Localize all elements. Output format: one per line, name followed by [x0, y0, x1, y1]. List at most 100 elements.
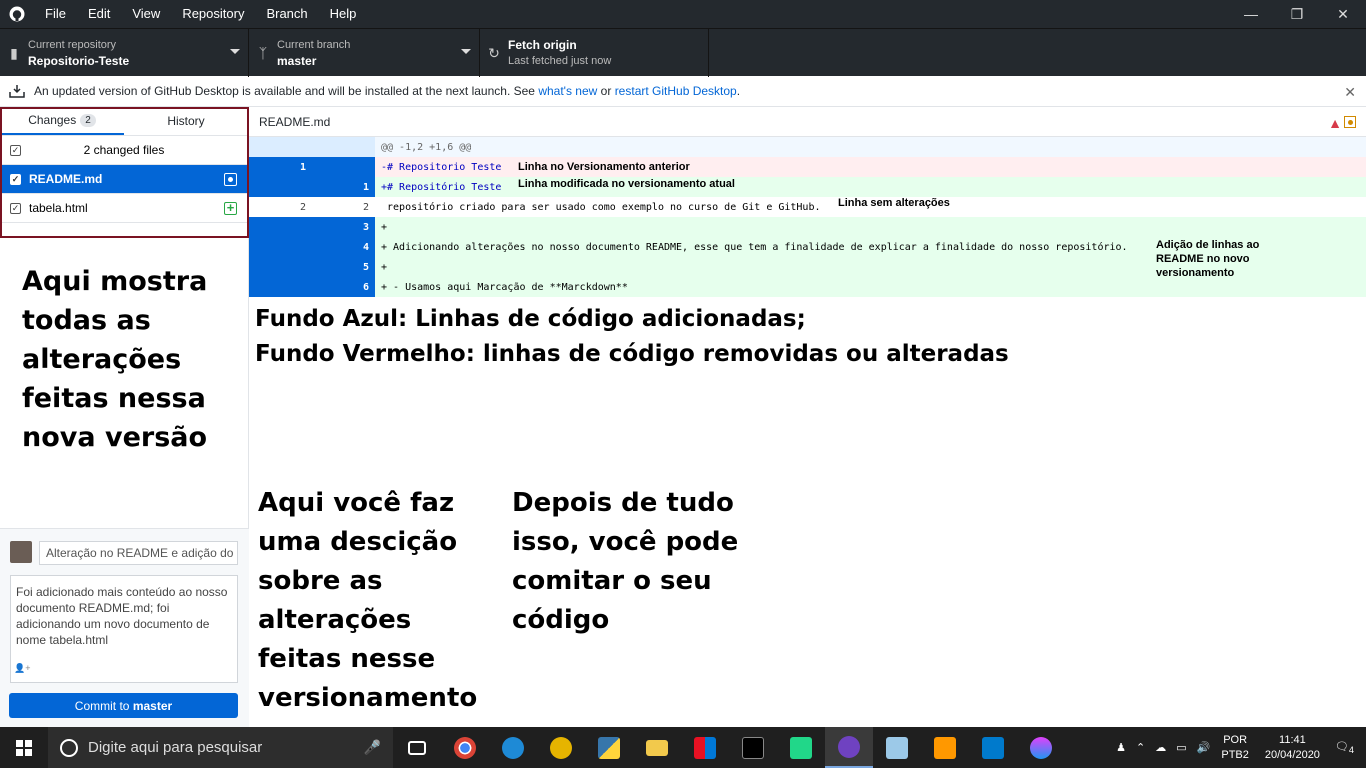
vscode-icon[interactable]	[969, 727, 1017, 768]
menu-view[interactable]: View	[121, 0, 171, 28]
menu-edit[interactable]: Edit	[77, 0, 121, 28]
diff-header: README.md ▲	[249, 107, 1366, 137]
menu-file[interactable]: File	[34, 0, 77, 28]
legend-blue: Fundo Azul: Linhas de código adicionadas…	[255, 306, 806, 332]
branch-label: Current branch	[277, 39, 351, 51]
old-line-number: 2	[249, 197, 312, 217]
pycharm-icon[interactable]	[777, 727, 825, 768]
store-icon[interactable]	[681, 727, 729, 768]
app-icon-glass[interactable]	[873, 727, 921, 768]
file-explorer-icon[interactable]	[633, 727, 681, 768]
diff-line-added[interactable]: 6 + - Usamos aqui Marcação de **Marckdow…	[249, 277, 1366, 297]
close-icon[interactable]: ✕	[1320, 0, 1366, 28]
legend-red: Fundo Vermelho: linhas de código removid…	[255, 341, 1009, 367]
update-banner: An updated version of GitHub Desktop is …	[0, 76, 1366, 107]
title-bar: File Edit View Repository Branch Help — …	[0, 0, 1366, 28]
new-line-number: 1	[312, 177, 375, 197]
new-line-number: 3	[312, 217, 375, 237]
notifications-icon[interactable]: 🗨4	[1330, 740, 1366, 755]
search-placeholder: Digite aqui para pesquisar	[88, 739, 263, 756]
search-icon	[60, 738, 78, 757]
python-icon[interactable]	[585, 727, 633, 768]
diff-hunk-header: @@ -1,2 +1,6 @@	[249, 137, 1366, 157]
line-code: +	[381, 221, 388, 233]
note-modified-line: Linha modificada no versionamento atual	[518, 178, 735, 190]
terminal-icon[interactable]	[729, 727, 777, 768]
sublime-text-icon[interactable]	[921, 727, 969, 768]
commit-description-field[interactable]: Foi adicionado mais conteúdo ao nosso do…	[10, 575, 238, 683]
current-branch-button[interactable]: ᛉ Current branch master	[249, 29, 480, 77]
fetch-status: Last fetched just now	[508, 55, 612, 67]
app-icon-yellow[interactable]	[537, 727, 585, 768]
avatar	[10, 541, 32, 563]
microphone-icon[interactable]: 🎤	[364, 739, 381, 756]
language-code: POR	[1223, 733, 1248, 746]
minimize-icon[interactable]: —	[1228, 0, 1274, 28]
diff-line-removed[interactable]: 1 -# Repositorio Teste Linha no Versiona…	[249, 157, 1366, 177]
old-line-number: 1	[249, 157, 312, 177]
commit-summary-input[interactable]: Alteração no README e adição do a	[39, 541, 238, 565]
banner-text: An updated version of GitHub Desktop is …	[34, 84, 535, 98]
current-repository-button[interactable]: ▮ Current repository Repositorio-Teste	[0, 29, 249, 77]
annotation-box-files	[0, 107, 249, 238]
window-controls: — ❐ ✕	[1228, 0, 1366, 28]
clock-time: 11:41	[1279, 733, 1306, 746]
app-icon-drop[interactable]	[1017, 727, 1065, 768]
restart-link[interactable]: restart GitHub Desktop	[615, 84, 737, 98]
modified-status-icon	[1344, 116, 1356, 128]
diff-view: @@ -1,2 +1,6 @@ 1 -# Repositorio Teste L…	[249, 137, 1366, 297]
taskbar-search-input[interactable]: Digite aqui para pesquisar 🎤	[48, 727, 393, 768]
line-code: + - Usamos aqui Marcação de **Marckdown*…	[381, 281, 628, 293]
diff-line-added[interactable]: 3 +	[249, 217, 1366, 237]
close-icon[interactable]: ✕	[1344, 84, 1356, 101]
menu-branch[interactable]: Branch	[255, 0, 318, 28]
menu-help[interactable]: Help	[319, 0, 368, 28]
old-line-number	[249, 237, 312, 257]
fetch-label: Fetch origin	[508, 38, 577, 52]
people-icon[interactable]: ♟	[1111, 741, 1131, 754]
restore-icon[interactable]: ❐	[1274, 0, 1320, 28]
whats-new-link[interactable]: what's new	[538, 84, 597, 98]
old-line-number	[249, 277, 312, 297]
sync-icon: ↻	[488, 44, 500, 61]
new-line-number: 4	[312, 237, 375, 257]
old-line-number	[249, 217, 312, 237]
diff-line-context[interactable]: 2 2 repositório criado para ser usado co…	[249, 197, 1366, 217]
diff-line-added[interactable]: 1 +# Repositório Teste Linha modificada …	[249, 177, 1366, 197]
banner-period: .	[736, 84, 741, 98]
menu-repository[interactable]: Repository	[171, 0, 255, 28]
warning-icon: ▲	[1328, 115, 1342, 131]
annotation-commit-note: Depois de tudo isso, você pode comitar o…	[512, 488, 739, 635]
notifications-count: 4	[1348, 745, 1354, 756]
language-indicator[interactable]: POR PTB2	[1215, 733, 1255, 763]
toolbar: ▮ Current repository Repositorio-Teste ᛉ…	[0, 28, 1366, 77]
commit-button-prefix: Commit to	[74, 698, 130, 713]
diff-file-name: README.md	[259, 114, 331, 129]
old-line-number	[249, 177, 312, 197]
taskbar-apps	[393, 727, 1065, 768]
repository-name: Repositorio-Teste	[28, 54, 130, 68]
new-line-number: 6	[312, 277, 375, 297]
note-added-lines: Adição de linhas ao README no novo versi…	[1156, 239, 1260, 279]
fetch-origin-button[interactable]: ↻ Fetch origin Last fetched just now	[480, 29, 709, 77]
note-unchanged-line: Linha sem alterações	[838, 197, 950, 209]
branch-name: master	[277, 54, 317, 68]
branch-icon: ᛉ	[258, 45, 268, 61]
chevron-down-icon	[230, 49, 240, 54]
task-view-icon[interactable]	[393, 727, 441, 768]
chrome-icon[interactable]	[441, 727, 489, 768]
new-line-number: 2	[312, 197, 375, 217]
edge-icon[interactable]	[489, 727, 537, 768]
cloud-icon[interactable]: ☁	[1150, 741, 1171, 754]
commit-button[interactable]: Commit to master	[9, 693, 238, 718]
annotation-sidebar-note: Aqui mostra todas as alterações feitas n…	[22, 266, 208, 453]
battery-icon[interactable]: ▭	[1171, 741, 1191, 754]
banner-or: or	[600, 84, 612, 98]
github-desktop-icon[interactable]	[825, 727, 873, 768]
chevron-up-icon[interactable]: ⌃	[1131, 741, 1150, 754]
add-coauthor-icon[interactable]: 👤+	[14, 663, 30, 674]
volume-icon[interactable]: 🔊	[1192, 741, 1216, 754]
windows-start-icon[interactable]	[0, 727, 48, 768]
new-line-number: 5	[312, 257, 375, 277]
clock[interactable]: 11:41 20/04/2020	[1255, 733, 1330, 763]
